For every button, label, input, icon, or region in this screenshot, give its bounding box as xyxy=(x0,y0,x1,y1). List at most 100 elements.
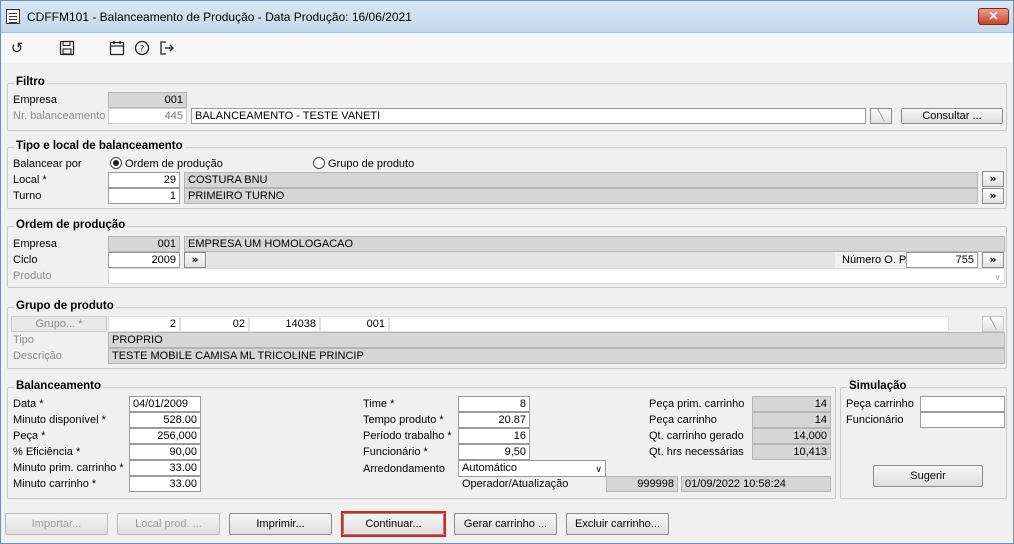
clear-icon[interactable]: ╲ xyxy=(870,108,892,124)
peca-prim-label: Peça prim. carrinho xyxy=(649,398,745,410)
minuto-prim-label: Minuto prim. carrinho * xyxy=(13,462,124,474)
minuto-disp-label: Minuto disponível * xyxy=(13,414,106,426)
local-lookup-button[interactable]: » xyxy=(982,171,1004,187)
atualizacao-field: 01/09/2022 10:58:24 xyxy=(681,476,831,492)
arredondamento-label: Arredondamento xyxy=(363,463,445,475)
radio-grupo-label: Grupo de produto xyxy=(328,158,415,170)
exit-icon[interactable] xyxy=(157,38,177,58)
grupo-button[interactable]: Grupo... * xyxy=(11,316,107,332)
consultar-button[interactable]: Consultar ... xyxy=(901,108,1003,124)
grupo-field-4[interactable]: 001 xyxy=(320,316,389,332)
tipo-field: PROPRIO xyxy=(108,332,1005,348)
grupo-field-2[interactable]: 02 xyxy=(180,316,249,332)
grupo-field-3[interactable]: 14038 xyxy=(249,316,320,332)
time-field[interactable]: 8 xyxy=(458,396,530,412)
data-label: Data * xyxy=(13,398,44,410)
ciclo-field[interactable]: 2009 xyxy=(108,252,180,268)
window-title: CDFFM101 - Balanceamento de Produção - D… xyxy=(27,10,412,24)
local-label: Local * xyxy=(13,174,47,186)
operador-field: 999998 xyxy=(606,476,678,492)
peca-label: Peça * xyxy=(13,430,46,442)
minuto-disp-field[interactable]: 528.00 xyxy=(129,412,201,428)
tempo-field[interactable]: 20.87 xyxy=(458,412,530,428)
tempo-label: Tempo produto * xyxy=(363,414,444,426)
local-prod-button[interactable]: Local prod. ... xyxy=(117,513,220,535)
sim-funcionario-label: Funcionário xyxy=(846,414,904,426)
minuto-carr-field[interactable]: 33.00 xyxy=(129,476,201,492)
numero-op-lookup-button[interactable]: » xyxy=(982,252,1004,268)
funcionario-field[interactable]: 9,50 xyxy=(458,444,530,460)
minuto-prim-field[interactable]: 33.00 xyxy=(129,460,201,476)
grupo-field-1[interactable]: 2 xyxy=(108,316,180,332)
sim-funcionario-field[interactable] xyxy=(920,412,1005,428)
descricao-label: Descrição xyxy=(13,350,62,362)
qt-hrs-label: Qt. hrs necessárias xyxy=(649,446,744,458)
ordem-title: Ordem de produção xyxy=(14,219,128,231)
data-field[interactable]: 04/01/2009 xyxy=(129,396,201,412)
numero-op-label: Número O. P. xyxy=(842,254,908,266)
filtro-title: Filtro xyxy=(14,76,47,88)
nr-balanceamento-field[interactable]: 445 xyxy=(108,108,187,124)
radio-grupo-produto[interactable] xyxy=(313,157,325,169)
grupo-desc xyxy=(389,316,949,332)
produto-label: Produto xyxy=(13,270,52,282)
sim-peca-label: Peça carrinho xyxy=(846,398,914,410)
peca-field[interactable]: 256,000 xyxy=(129,428,201,444)
ciclo-lookup-button[interactable]: » xyxy=(184,252,206,268)
produto-select[interactable]: ∨ xyxy=(108,268,1005,284)
gerar-carrinho-button[interactable]: Gerar carrinho ... xyxy=(454,513,557,535)
eficiencia-field[interactable]: 90,00 xyxy=(129,444,201,460)
chevron-down-icon: ∨ xyxy=(994,273,1001,283)
calendar-icon[interactable] xyxy=(107,38,127,58)
title-bar: CDFFM101 - Balanceamento de Produção - D… xyxy=(1,1,1013,33)
turno-field[interactable]: 1 xyxy=(108,188,180,204)
radio-ordem-producao[interactable] xyxy=(110,157,122,169)
grupo-clear-icon[interactable]: ╲ xyxy=(982,316,1004,332)
nr-balanceamento-desc: BALANCEAMENTO - TESTE VANETI xyxy=(191,108,866,124)
balancear-label: Balancear por xyxy=(13,158,82,170)
chevron-down-icon: ∨ xyxy=(595,465,602,475)
descricao-field: TESTE MOBILE CAMISA ML TRICOLINE PRINCIP xyxy=(108,348,1005,364)
svg-text:?: ? xyxy=(140,45,145,55)
balanceamento-title: Balanceamento xyxy=(14,380,104,392)
arredondamento-select[interactable]: Automático ∨ xyxy=(458,460,606,477)
radio-ordem-label: Ordem de produção xyxy=(125,158,223,170)
help-icon[interactable]: ? xyxy=(132,38,152,58)
sim-peca-field[interactable] xyxy=(920,396,1005,412)
save-icon[interactable] xyxy=(57,38,77,58)
sugerir-button[interactable]: Sugerir xyxy=(873,465,983,487)
undo-icon[interactable]: ↺ xyxy=(7,38,27,58)
filtro-empresa-field: 001 xyxy=(108,92,187,108)
ordem-empresa-desc: EMPRESA UM HOMOLOGACAO xyxy=(184,236,1005,252)
toolbar: ↺ ? xyxy=(1,33,1013,63)
tipo-label: Tipo xyxy=(13,334,34,346)
numero-op-field[interactable]: 755 xyxy=(906,252,978,268)
main-window: CDFFM101 - Balanceamento de Produção - D… xyxy=(0,0,1014,544)
eficiencia-label: % Eficiência * xyxy=(13,446,81,458)
simulacao-title: Simulação xyxy=(847,380,909,392)
periodo-field[interactable]: 16 xyxy=(458,428,530,444)
nr-balanceamento-label: Nr. balanceamento xyxy=(13,110,106,122)
excluir-carrinho-button[interactable]: Excluir carrinho... xyxy=(566,513,669,535)
importar-button[interactable]: Importar... xyxy=(5,513,108,535)
turno-label: Turno xyxy=(13,190,42,202)
imprimir-button[interactable]: Imprimir... xyxy=(229,513,332,535)
local-desc: COSTURA BNU xyxy=(184,172,978,188)
continuar-button[interactable]: Continuar... xyxy=(343,513,444,535)
close-button[interactable]: ✕ xyxy=(978,8,1009,25)
qt-carr-label: Qt. carrinho gerado xyxy=(649,430,744,442)
time-label: Time * xyxy=(363,398,395,410)
minuto-carr-label: Minuto carrinho * xyxy=(13,478,97,490)
ciclo-label: Ciclo xyxy=(13,254,38,266)
peca-carr-field: 14 xyxy=(752,412,831,428)
turno-lookup-button[interactable]: » xyxy=(982,188,1004,204)
peca-carr-label: Peça carrinho xyxy=(649,414,717,426)
ordem-empresa-label: Empresa xyxy=(13,238,58,250)
ordem-empresa-field: 001 xyxy=(108,236,180,252)
tipo-local-title: Tipo e local de balanceamento xyxy=(14,140,185,152)
operador-label: Operador/Atualização xyxy=(462,478,569,490)
document-icon xyxy=(6,9,20,24)
periodo-label: Período trabalho * xyxy=(363,430,452,442)
peca-prim-field: 14 xyxy=(752,396,831,412)
local-field[interactable]: 29 xyxy=(108,172,180,188)
